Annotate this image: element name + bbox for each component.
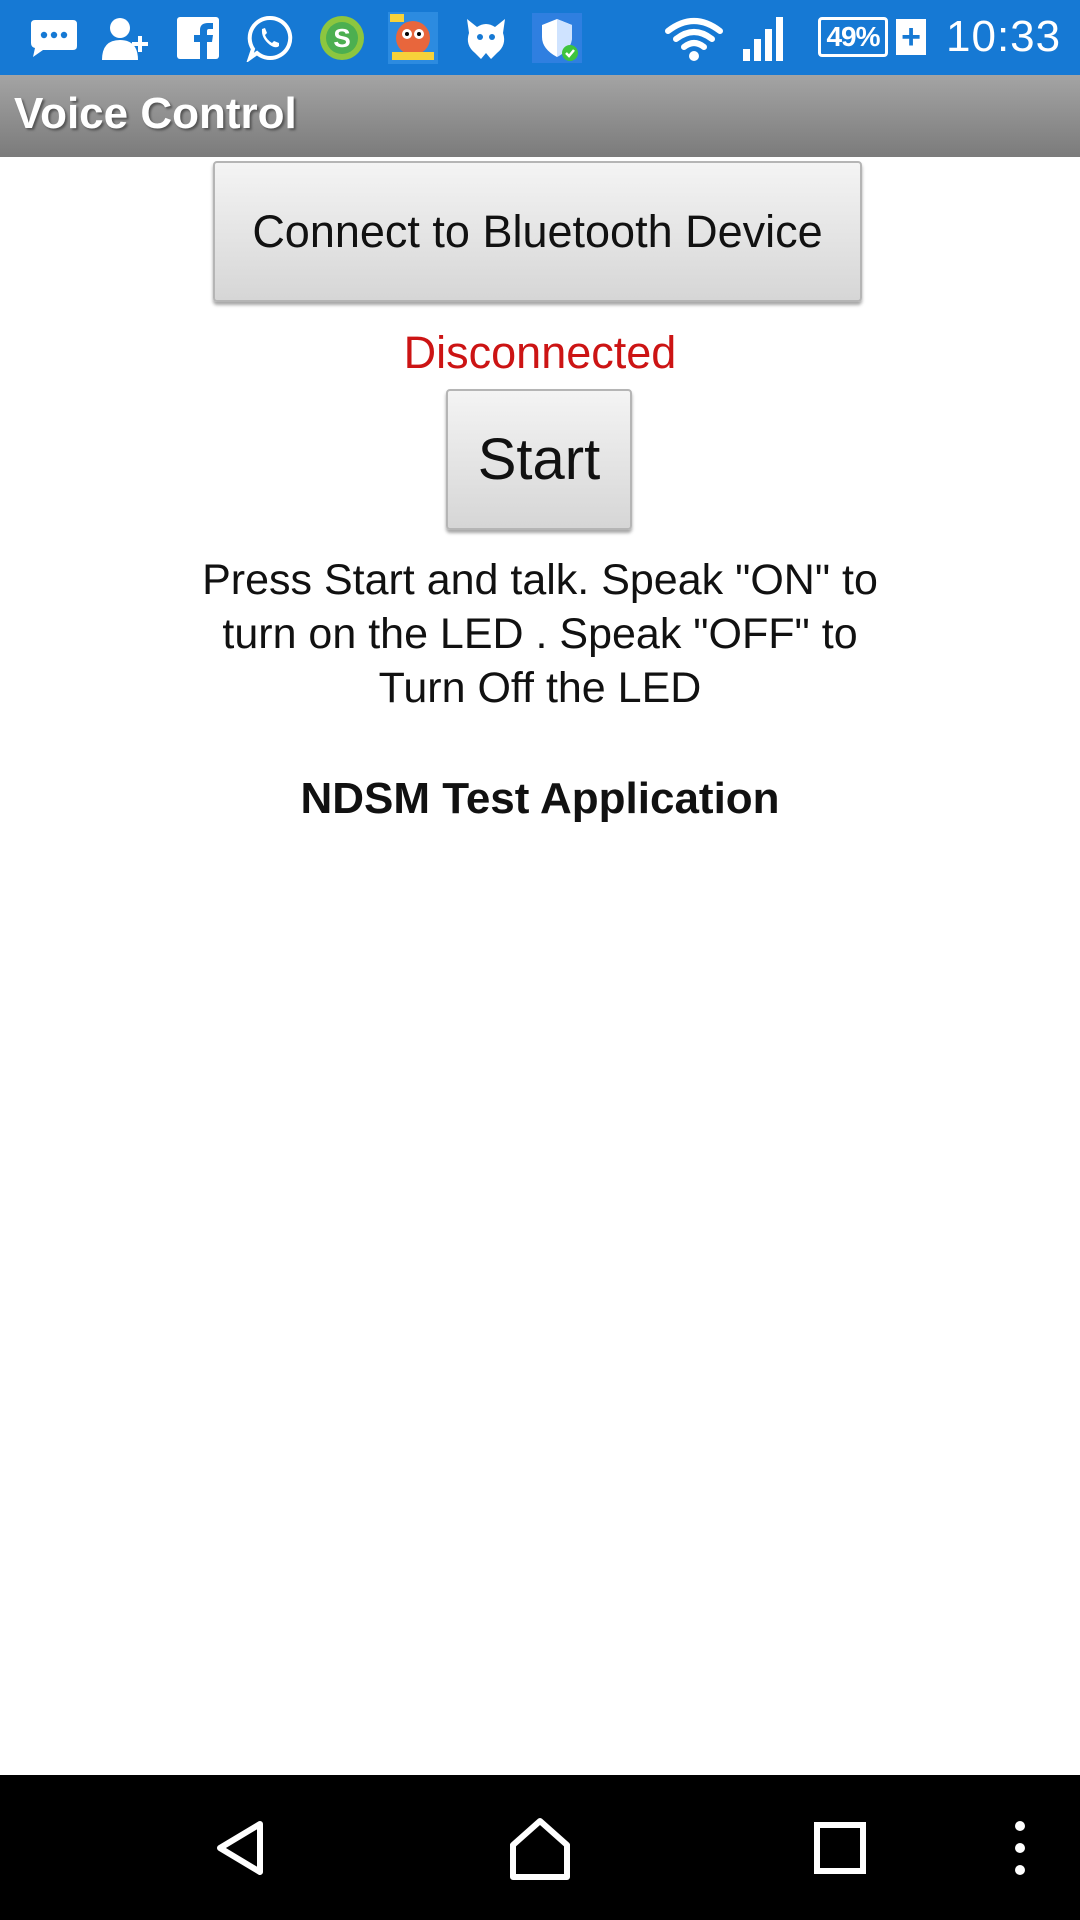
message-icon bbox=[28, 14, 80, 62]
recents-icon[interactable] bbox=[800, 1775, 880, 1920]
start-button[interactable]: Start bbox=[446, 389, 632, 530]
overflow-menu-icon[interactable] bbox=[1000, 1775, 1040, 1920]
charging-icon: + bbox=[896, 19, 926, 55]
connect-bluetooth-button[interactable]: Connect to Bluetooth Device bbox=[213, 161, 862, 302]
back-icon[interactable] bbox=[200, 1775, 280, 1920]
bird-app-icon bbox=[460, 14, 512, 62]
money-app-icon: S bbox=[318, 14, 366, 62]
shield-icon bbox=[532, 13, 582, 63]
battery-indicator: 49% bbox=[818, 17, 888, 57]
wifi-icon bbox=[664, 14, 724, 62]
app-name-label: NDSM Test Application bbox=[300, 774, 780, 823]
connection-status: Disconnected bbox=[403, 327, 677, 378]
instructions-text: Press Start and talk. Speak "ON" to turn… bbox=[202, 556, 878, 712]
clock: 10:33 bbox=[946, 12, 1062, 61]
app-title: Voice Control bbox=[14, 89, 297, 138]
home-icon[interactable] bbox=[500, 1775, 580, 1920]
signal-icon bbox=[740, 14, 790, 62]
facebook-icon bbox=[174, 14, 222, 62]
status-bar: S 49% + 10:33 bbox=[0, 0, 1080, 75]
whatsapp-icon bbox=[244, 14, 296, 62]
navigation-bar bbox=[0, 1775, 1080, 1920]
title-bar: Voice Control bbox=[0, 75, 1080, 157]
game-app-icon bbox=[388, 12, 438, 64]
add-contact-icon bbox=[100, 14, 152, 62]
svg-text:S: S bbox=[333, 23, 350, 53]
